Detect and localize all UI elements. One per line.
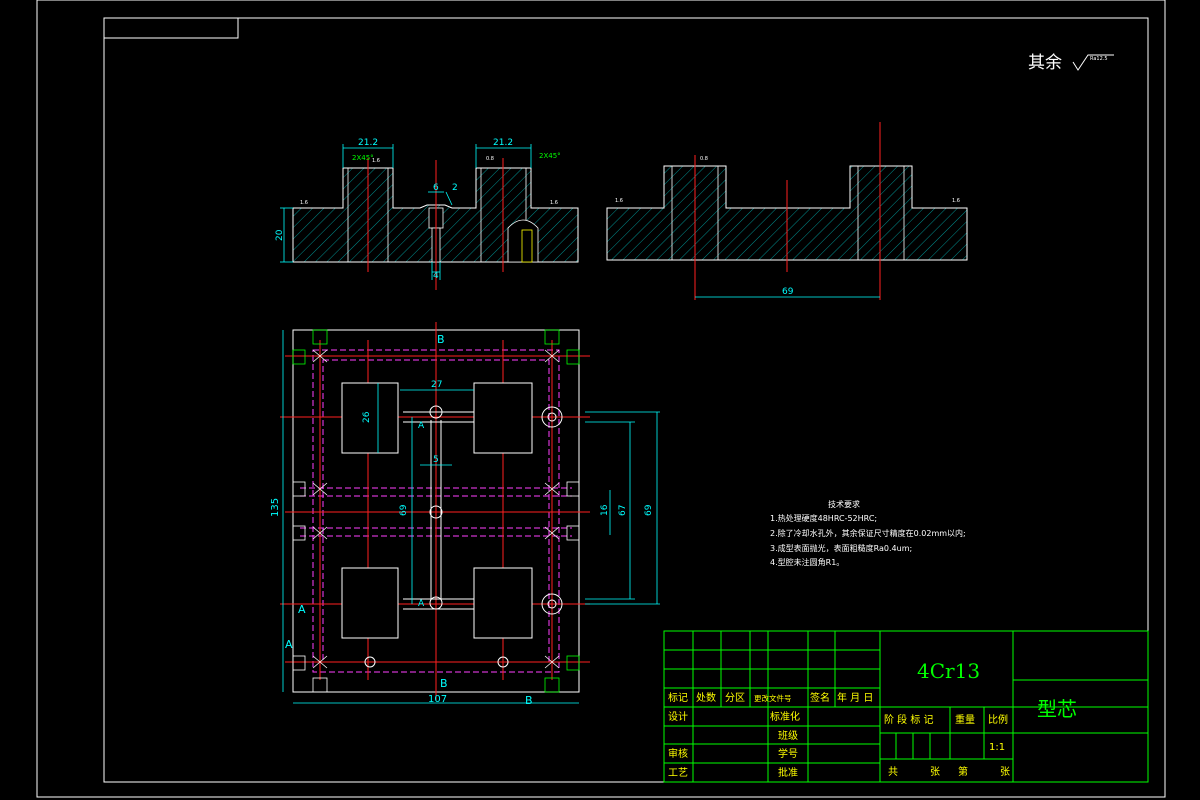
mid-student-id: 学号 [778,747,798,760]
sheet-unit-2: 张 [1000,766,1010,778]
roughness-right-3: 1.6 [952,198,960,204]
tech-item-4: 4.型腔未注圆角R1。 [770,557,844,567]
roughness-left-2: 0.8 [486,156,494,162]
dim-right-small: 16 [600,504,610,516]
dim-hole-d: 6 [433,183,439,193]
plan-view: 107 135 27 26 5 69 69 67 16 B B B A A A … [270,322,660,707]
title-block-text: 4Cr13 型芯 标记 处数 分区 更改文件号 签名 年 月 日 设计 审核 工… [668,659,1077,779]
hdr-zone: 分区 [725,692,745,704]
stage-label: 阶 段 标 记 [884,713,934,726]
section-label-top: B [437,333,445,346]
section-top-right: 69 0.8 1.6 1.6 [606,122,968,300]
roughness-note-value: Ra12.5 [1090,56,1108,62]
sheet-total: 共 [888,766,898,778]
left-process: 工艺 [668,767,688,779]
dim-height: 20 [275,229,285,241]
roughness-left-3: 1.6 [550,200,558,206]
dim-span-69: 69 [782,287,794,297]
pocket-bl [341,567,399,639]
roughness-right-2: 1.6 [615,198,623,204]
hdr-date: 年 月 日 [837,691,873,704]
hdr-count: 处数 [696,691,716,704]
dim-right-width: 21.2 [493,138,513,148]
tech-item-3: 3.成型表面抛光，表面粗糙度Ra0.4um; [770,543,912,553]
roughness-right-1: 0.8 [700,156,708,162]
tech-title: 技术要求 [828,499,860,509]
chamfer-left-label: 2X45° [352,154,374,162]
roughness-note: 其余 Ra12.5 [1028,53,1114,73]
section-label-left-upper: A [298,603,306,616]
dim-right-mid: 67 [618,505,628,516]
left-design: 设计 [668,710,688,723]
tech-item-1: 1.热处理硬度48HRC-52HRC; [770,513,877,523]
sheet-number: 第 [958,765,968,778]
hdr-sign: 签名 [810,691,830,704]
dim-channel-width: 5 [433,455,439,465]
dim-right-outer: 69 [644,504,654,516]
mid-class: 班级 [778,730,798,742]
arrow-mark-a2: A [418,599,425,609]
cad-drawing-canvas: 其余 Ra12.5 21.2 21.2 6 2 20 4 2X45° 2X45°… [36,0,1166,798]
dim-pocket-height: 26 [362,411,372,423]
section-label-bottom: B [440,677,448,690]
part-name-label: 型芯 [1037,697,1077,721]
chamfer-right-label: 2X45° [539,152,561,160]
sheet-border [36,0,1166,798]
sheet-unit-1: 张 [930,766,940,778]
dim-bottom-hole: 4 [433,271,439,281]
section-label-left-lower: A [285,638,293,651]
dim-plan-width: 107 [428,694,447,705]
roughness-note-prefix: 其余 [1028,53,1062,73]
tech-requirements: 技术要求 1.热处理硬度48HRC-52HRC; 2.除了冷却水孔外，其余保证尺… [770,499,966,567]
pocket-br [473,567,533,639]
dim-plan-height: 135 [270,498,281,517]
dim-inner-span: 69 [399,504,409,516]
mid-approve: 批准 [778,766,798,779]
tech-item-2: 2.除了冷却水孔外，其余保证尺寸精度在0.02mm以内; [770,528,966,538]
dim-left-width: 21.2 [358,138,378,148]
hdr-mark: 标记 [668,692,688,704]
pocket-tr [473,382,533,454]
scale-value: 1:1 [989,742,1005,753]
left-review: 审核 [668,747,688,760]
section-label-bottom-right: B [525,694,533,707]
hdr-change-doc: 更改文件号 [754,693,792,703]
arrow-mark-a1: A [418,421,425,431]
scale-label: 比例 [988,713,1008,726]
roughness-left-4: 1.6 [372,158,380,164]
dim-pocket-spacing: 27 [431,380,442,390]
roughness-left-1: 1.6 [300,200,308,206]
section-top-left: 21.2 21.2 6 2 20 4 2X45° 2X45° 1.6 0.8 1… [275,138,579,290]
mid-standard: 标准化 [770,710,800,723]
weight-label: 重量 [955,713,975,726]
material-label: 4Cr13 [917,659,980,683]
dim-step: 2 [452,183,458,193]
